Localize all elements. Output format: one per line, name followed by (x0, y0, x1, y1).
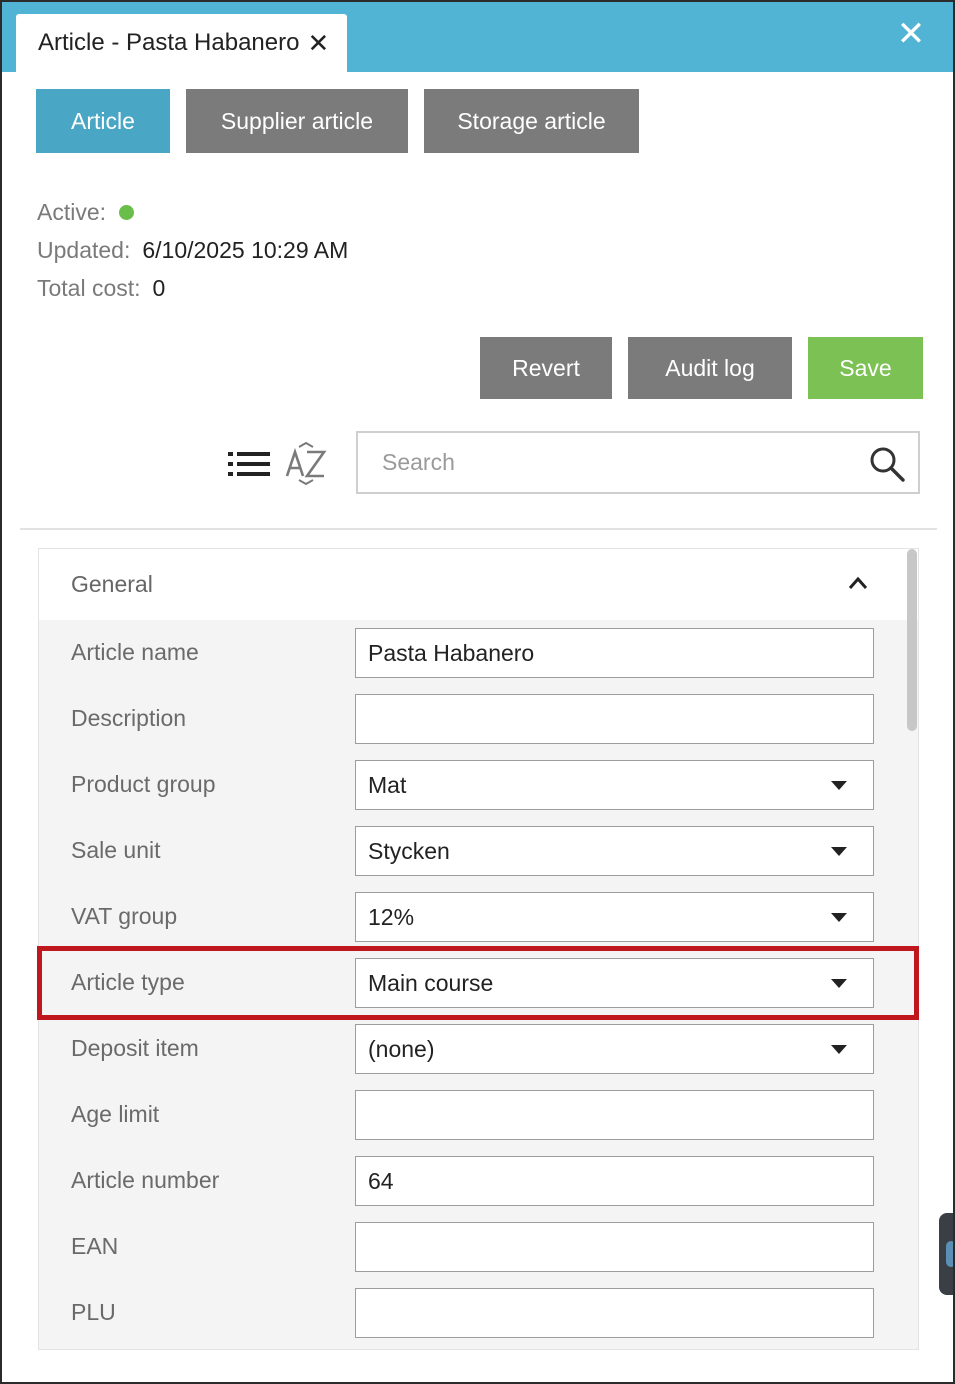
description-field[interactable] (355, 694, 874, 744)
tab-supplier-article[interactable]: Supplier article (186, 89, 408, 153)
caret-down-icon[interactable] (831, 913, 847, 922)
article-name-field[interactable] (355, 628, 874, 678)
caret-down-icon[interactable] (831, 847, 847, 856)
label-plu: PLU (71, 1299, 116, 1325)
title-bar: Article - Pasta Habanero ✕ ✕ (2, 2, 953, 72)
section-header[interactable]: General (39, 549, 918, 620)
article-type-value: Main course (368, 969, 494, 996)
article-name-input[interactable] (368, 639, 873, 667)
total-cost-label: Total cost: (37, 275, 141, 301)
search-box (356, 431, 920, 494)
section-title: General (71, 571, 153, 597)
label-age-limit: Age limit (71, 1101, 160, 1127)
updated-line: Updated: 6/10/2025 10:29 AM (37, 237, 348, 264)
ean-field[interactable] (355, 1222, 874, 1272)
vat-group-select[interactable]: 12% (355, 892, 874, 942)
divider (20, 528, 937, 530)
tab-close-icon[interactable]: ✕ (307, 30, 329, 56)
deposit-item-value: (none) (368, 1035, 435, 1062)
caret-down-icon[interactable] (831, 979, 847, 988)
handle-grip-icon (946, 1241, 953, 1267)
total-cost-value: 0 (152, 275, 166, 301)
description-input[interactable] (368, 705, 873, 733)
plu-field[interactable] (355, 1288, 874, 1338)
active-label: Active: (37, 199, 107, 225)
label-product-group: Product group (71, 771, 216, 797)
updated-value: 6/10/2025 10:29 AM (142, 237, 349, 263)
plu-input[interactable] (368, 1299, 873, 1327)
label-ean: EAN (71, 1233, 119, 1259)
tab-article[interactable]: Article (36, 89, 170, 153)
caret-down-icon[interactable] (831, 1045, 847, 1054)
caret-down-icon[interactable] (831, 781, 847, 790)
total-cost-line: Total cost: 0 (37, 275, 165, 302)
label-article-name: Article name (71, 639, 199, 665)
sale-unit-value: Stycken (368, 837, 450, 864)
general-section: General Article name Description Product… (38, 548, 919, 1350)
window-close-icon[interactable]: ✕ (895, 17, 927, 51)
age-limit-input[interactable] (368, 1101, 873, 1129)
label-article-number: Article number (71, 1167, 220, 1193)
label-description: Description (71, 705, 187, 731)
age-limit-field[interactable] (355, 1090, 874, 1140)
vat-group-value: 12% (368, 903, 415, 930)
sort-az-icon[interactable] (284, 442, 328, 486)
product-group-value: Mat (368, 771, 407, 798)
scrollbar-thumb[interactable] (907, 549, 917, 731)
search-input[interactable] (358, 433, 918, 492)
revert-button[interactable]: Revert (480, 337, 612, 399)
tab-storage-article[interactable]: Storage article (424, 89, 639, 153)
label-sale-unit: Sale unit (71, 837, 161, 863)
product-group-select[interactable]: Mat (355, 760, 874, 810)
document-tab[interactable]: Article - Pasta Habanero ✕ (16, 14, 347, 72)
article-type-select[interactable]: Main course (355, 958, 874, 1008)
active-status-dot (119, 205, 135, 220)
label-article-type: Article type (71, 969, 185, 995)
label-vat-group: VAT group (71, 903, 178, 929)
search-icon[interactable] (868, 445, 906, 483)
deposit-item-select[interactable]: (none) (355, 1024, 874, 1074)
side-panel-handle[interactable] (939, 1213, 953, 1295)
article-number-input[interactable] (368, 1167, 873, 1195)
updated-label: Updated: (37, 237, 131, 263)
label-deposit-item: Deposit item (71, 1035, 199, 1061)
audit-log-button[interactable]: Audit log (628, 337, 792, 399)
article-dialog: Article - Pasta Habanero ✕ ✕ Article Sup… (0, 0, 955, 1384)
chevron-up-icon[interactable] (847, 575, 869, 591)
document-tab-title: Article - Pasta Habanero (38, 29, 300, 56)
article-number-field[interactable] (355, 1156, 874, 1206)
active-line: Active: (37, 199, 135, 226)
save-button[interactable]: Save (808, 337, 923, 399)
sale-unit-select[interactable]: Stycken (355, 826, 874, 876)
list-view-icon[interactable] (228, 449, 270, 479)
ean-input[interactable] (368, 1233, 873, 1261)
